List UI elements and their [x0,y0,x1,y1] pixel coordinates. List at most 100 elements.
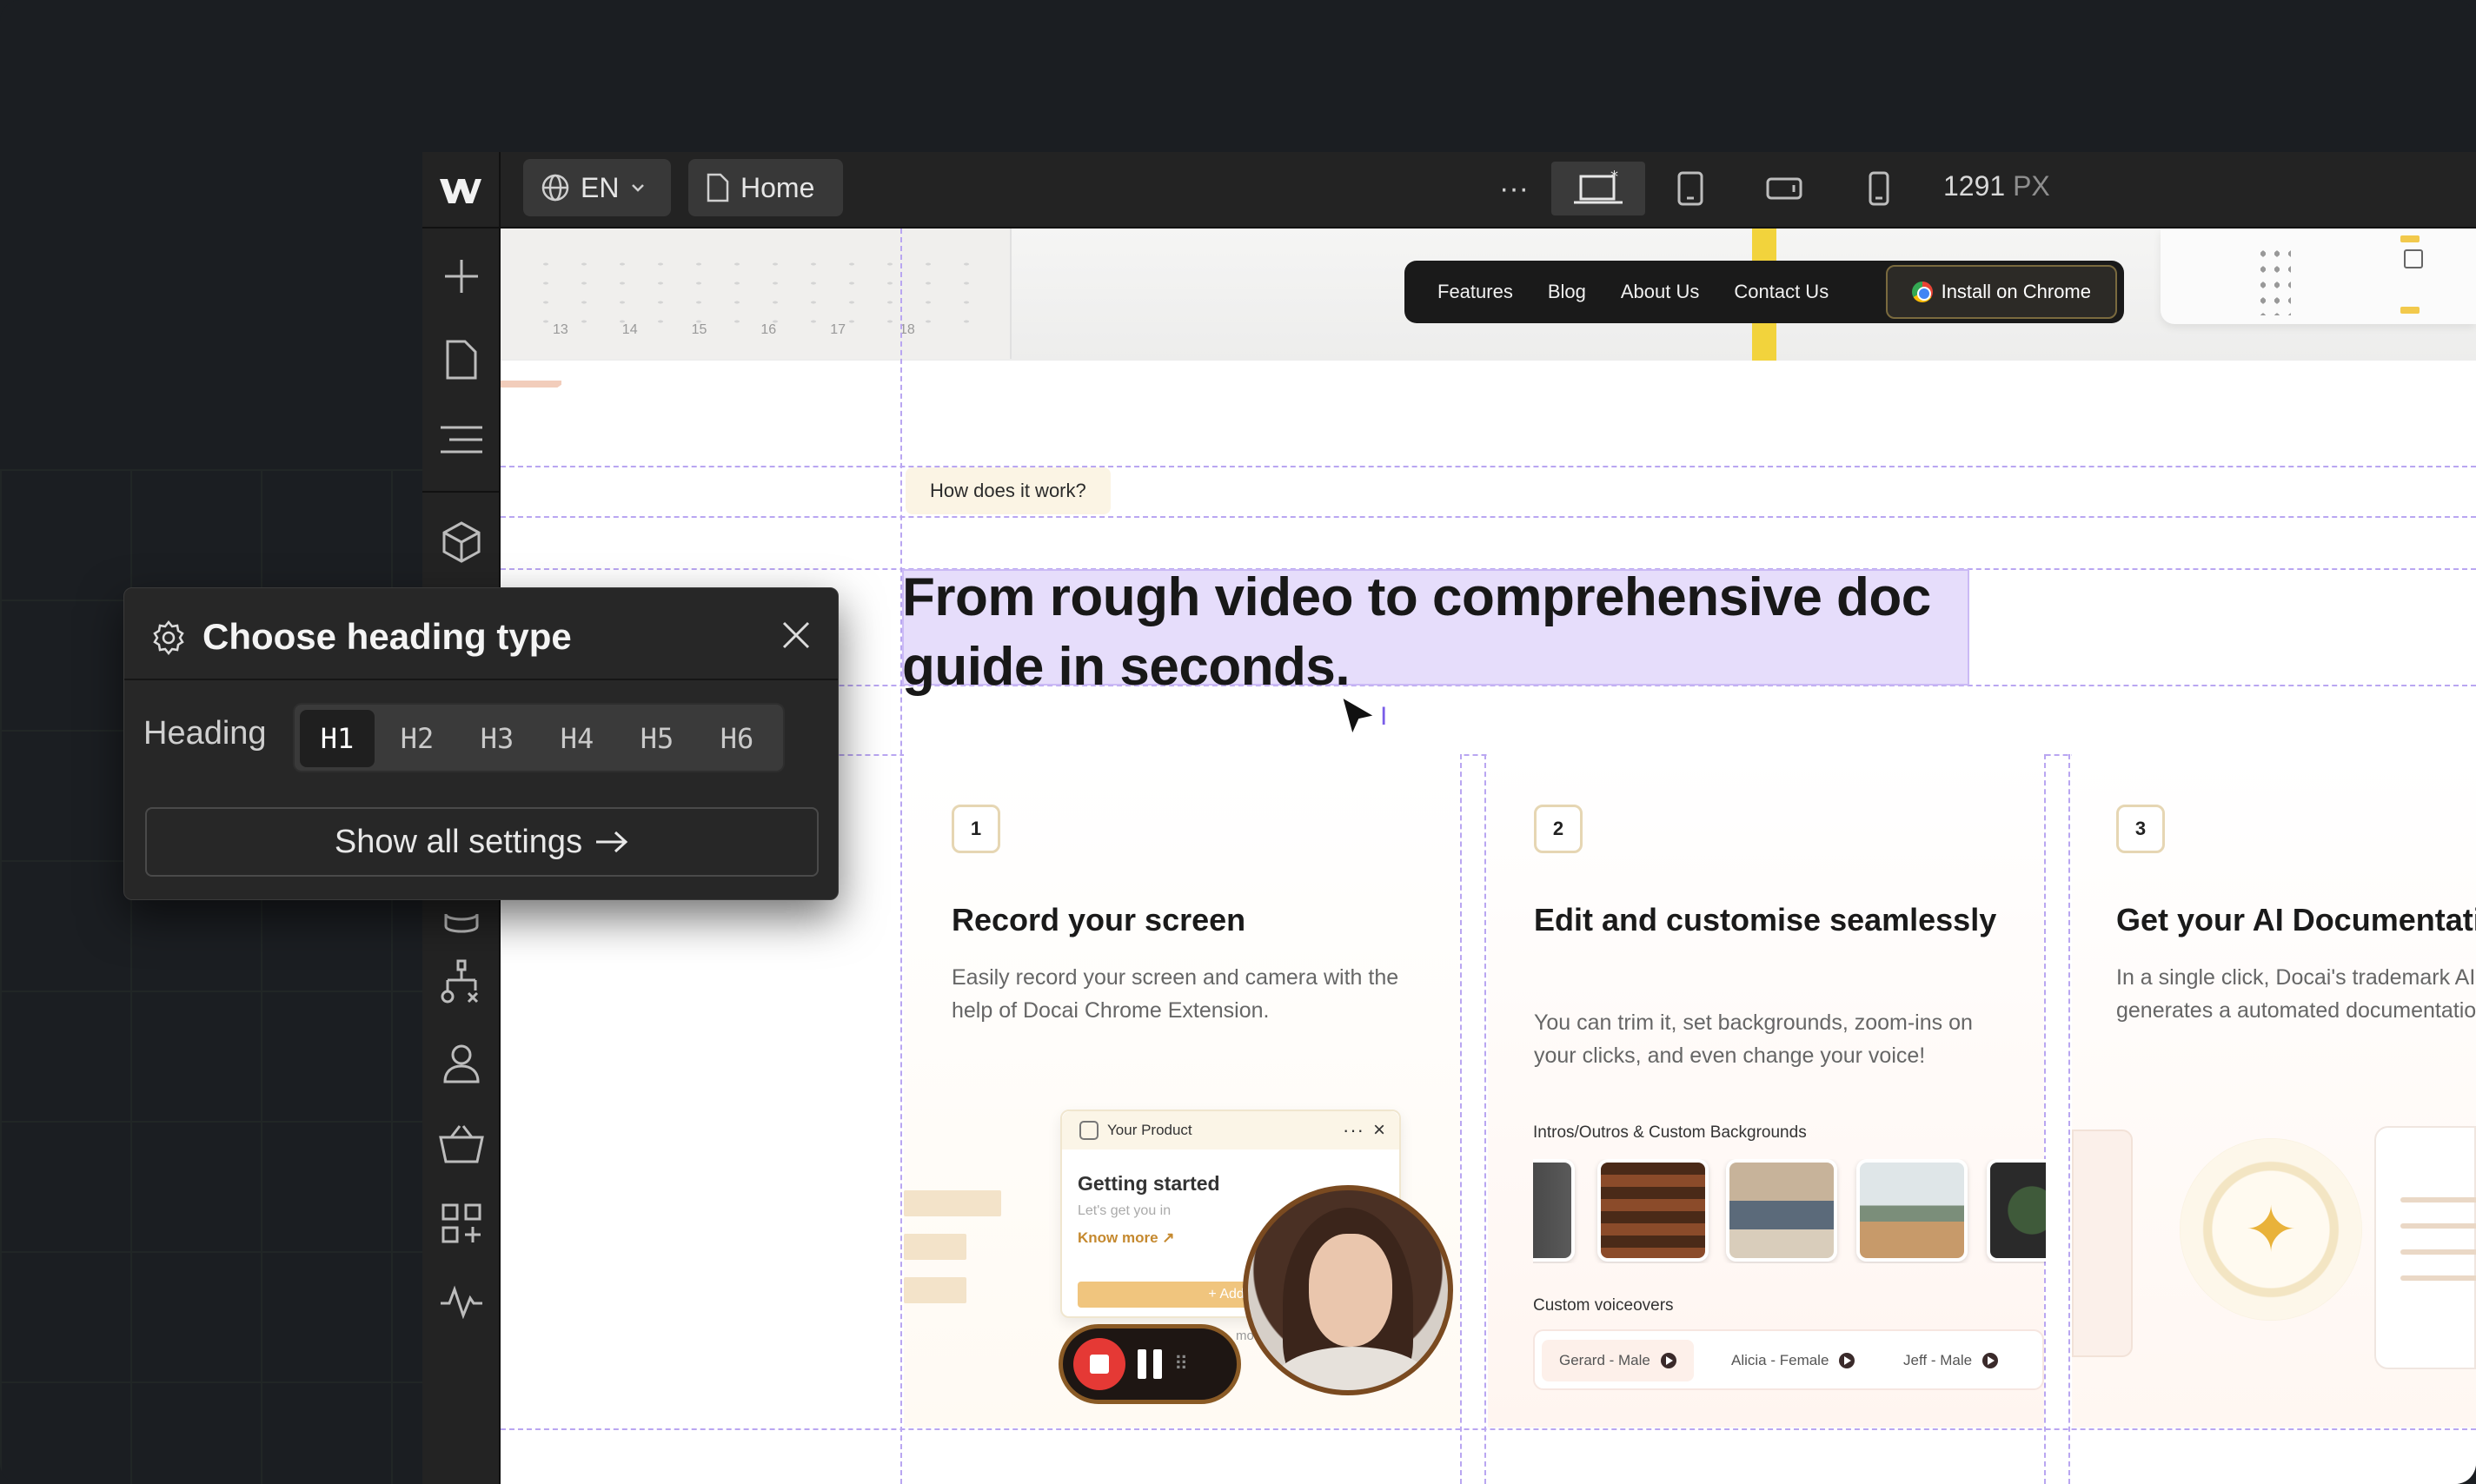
popup-subtitle: Let's get you in [1078,1203,1172,1218]
know-more-link: Know more ↗ [1078,1229,1175,1246]
webflow-logo-icon[interactable] [422,152,501,229]
background-thumbnails [1533,1159,2046,1263]
ruler-number: 14 [621,322,638,337]
globe-icon [541,174,569,202]
heading-h6-option[interactable]: H6 [700,710,774,767]
step-description: Easily record your screen and camera wit… [952,965,1399,1023]
canvas-width-unit: PX [2013,170,2050,202]
panel-title: Choose heading type [202,616,572,657]
components-icon[interactable] [422,512,501,573]
background-thumbnail [1597,1159,1709,1262]
pause-icon [1138,1349,1162,1379]
heading-h1-option[interactable]: H1 [300,710,375,767]
navigator-icon[interactable] [422,409,501,470]
voice-name: Alicia - Female [1731,1352,1829,1368]
heading-label: Heading [143,715,267,752]
product-logo-icon [1079,1121,1099,1140]
insights-icon[interactable] [422,1271,501,1332]
site-navbar: Features Blog About Us Contact Us Instal… [1404,261,2124,323]
timeline-marker [501,381,561,388]
voice-name: Jeff - Male [1903,1352,1973,1368]
close-icon: × [1372,1118,1385,1142]
know-more-label: Know more [1078,1229,1158,1246]
more-options-icon[interactable]: ··· [1487,162,1541,215]
apps-icon[interactable] [422,1193,501,1254]
page-selector[interactable]: Home [688,159,843,216]
voice-name: Gerard - Male [1559,1352,1650,1368]
locale-label: EN [581,171,620,203]
camera-avatar-bubble [1243,1185,1453,1395]
heading-h2-option[interactable]: H2 [380,710,455,767]
ecommerce-icon[interactable] [422,1113,501,1174]
nav-link-blog[interactable]: Blog [1548,281,1586,303]
nav-link-features[interactable]: Features [1437,281,1513,303]
step-title: Record your screen [952,902,1246,937]
section-headline[interactable]: From rough video to comprehensive doc gu… [902,563,1997,702]
arrow-right-icon [596,831,628,853]
app-frame: EN Home ··· * 1291 PX 13 14 15 16 17 18 … [0,0,2476,1484]
add-icon[interactable] [422,246,501,307]
stop-record-icon [1073,1338,1125,1390]
settings-preview-thumbnail [2161,229,2476,324]
voiceover-options: Gerard - Male Alicia - Female Jeff - Mal… [1533,1329,2044,1390]
heading-h4-option[interactable]: H4 [540,710,614,767]
ruler-number: 16 [760,322,777,337]
locale-dropdown[interactable]: EN [523,159,671,216]
step-title: Edit and customise seamlessly [1534,902,1997,937]
guide-line [501,516,2476,518]
voice-chip: Gerard - Male [1542,1340,1694,1381]
background-thumbnail [1856,1159,1968,1262]
install-chrome-button[interactable]: Install on Chrome [1885,265,2117,319]
heading-h5-option[interactable]: H5 [620,710,694,767]
placeholder-bar [904,1190,1001,1216]
section-eyebrow-badge[interactable]: How does it work? [906,467,1111,514]
canvas-width-readout: 1291 PX [1943,170,2050,202]
cms-icon[interactable] [422,898,501,958]
heading-h3-option[interactable]: H3 [460,710,534,767]
step-number-badge: 1 [952,805,1000,853]
guide-line [1484,754,1486,1484]
install-label: Install on Chrome [1941,281,2091,302]
guide-line [2068,754,2070,1484]
step-number-badge: 3 [2116,805,2165,853]
placeholder-bar [904,1277,966,1303]
placeholder-bar [904,1234,966,1260]
ruler-number: 13 [553,322,568,337]
play-icon [1982,1353,1999,1368]
svg-text:*: * [1610,169,1618,186]
guide-line [501,466,2476,467]
step-description: You can trim it, set backgrounds, zoom-i… [1534,1010,1973,1068]
breakpoint-tablet-icon[interactable] [1663,162,1717,215]
guide-line [501,1428,2476,1430]
nav-link-about[interactable]: About Us [1621,281,1700,303]
breakpoint-mobile-icon[interactable] [1852,162,1906,215]
text-cursor-icon: I [1380,702,1388,731]
users-icon[interactable] [422,1033,501,1094]
guide-line [2044,754,2046,1484]
pages-icon[interactable] [422,329,501,390]
page-icon [707,173,729,202]
doc-preview-right [2374,1126,2476,1369]
step-description: In a single click, Docai's trademark AI … [2116,965,2476,1023]
show-all-settings-button[interactable]: Show all settings [145,807,819,877]
step-card-2 [1488,754,2044,1428]
ai-sparkle-icon: ✦ [2180,1138,2362,1321]
ruler-number: 17 [830,322,846,337]
popup-title: Getting started [1078,1172,1220,1195]
drag-handle-icon: ⠿ [1174,1353,1189,1375]
close-icon[interactable] [780,619,812,651]
breakpoint-landscape-icon[interactable] [1757,162,1811,215]
chevron-down-icon [632,184,645,192]
logic-icon[interactable] [422,951,501,1012]
nav-link-contact[interactable]: Contact Us [1734,281,1829,303]
breakpoint-desktop-icon[interactable]: * [1551,162,1645,215]
step-title: Get your AI Documentation [2116,902,2476,937]
more-icon: ··· [1343,1119,1364,1141]
preview-ruler: 13 14 15 16 17 18 [501,229,1012,359]
voice-chip: Alicia - Female [1714,1340,1873,1381]
chrome-icon [1911,282,1933,302]
page-label: Home [740,171,815,203]
backgrounds-caption: Intros/Outros & Custom Backgrounds [1533,1123,1807,1142]
background-thumbnail [1533,1159,1575,1262]
play-icon [1839,1353,1855,1368]
